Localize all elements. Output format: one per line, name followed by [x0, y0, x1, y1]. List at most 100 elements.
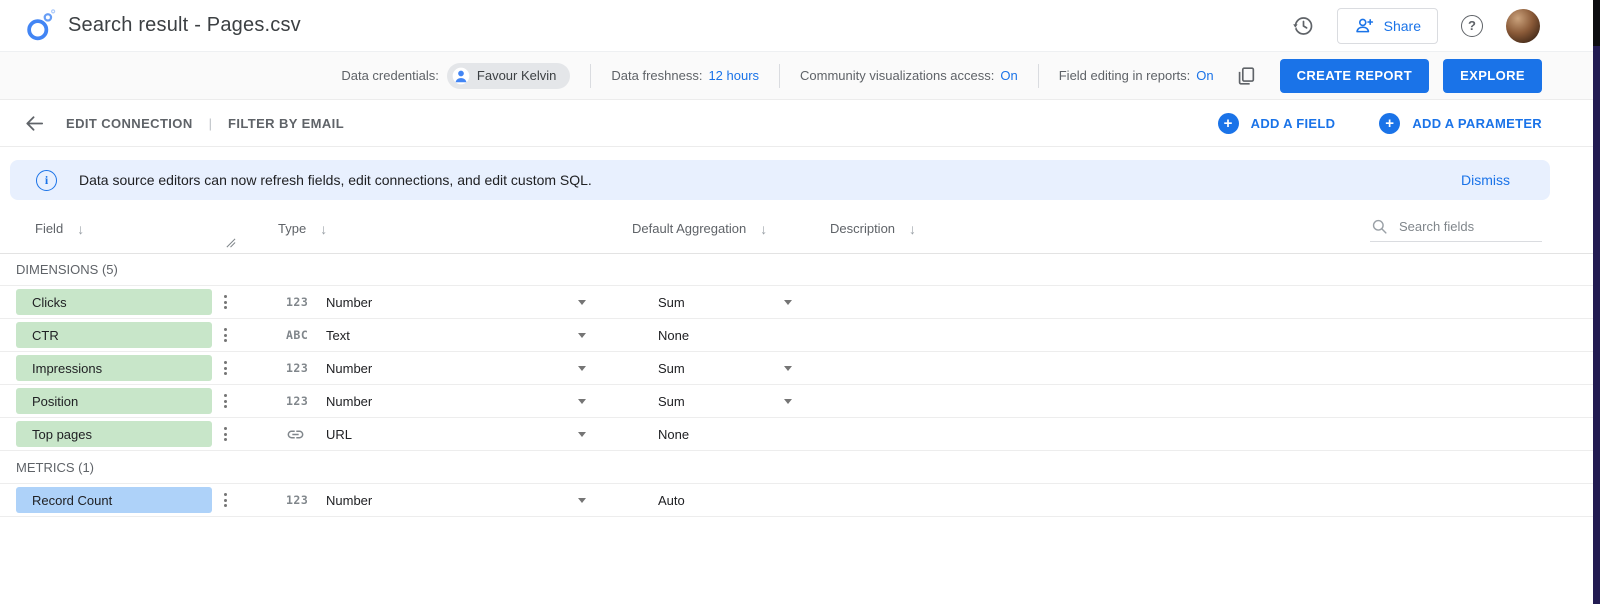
- field-name-chip[interactable]: Record Count: [16, 487, 212, 513]
- document-title[interactable]: Search result - Pages.csv: [68, 14, 301, 37]
- filter-by-email-button[interactable]: FILTER BY EMAIL: [228, 116, 344, 131]
- help-button[interactable]: ?: [1456, 10, 1488, 42]
- explore-button[interactable]: EXPLORE: [1443, 58, 1542, 93]
- duplicate-button[interactable]: [1230, 60, 1262, 92]
- version-history-button[interactable]: [1287, 10, 1319, 42]
- number-type-icon: 123: [286, 361, 309, 375]
- aggregation-label: None: [658, 426, 690, 442]
- share-button[interactable]: Share: [1336, 7, 1438, 44]
- person-add-icon: [1354, 15, 1375, 36]
- search-icon: [1370, 217, 1389, 236]
- type-header-label: Type: [278, 221, 307, 236]
- community-viz-value[interactable]: On: [1000, 68, 1017, 83]
- type-selector[interactable]: 123 Number: [278, 286, 600, 318]
- copy-icon: [1235, 65, 1257, 87]
- metrics-section-label: METRICS (1): [0, 451, 1600, 484]
- field-editing-value[interactable]: On: [1196, 68, 1213, 83]
- dropdown-caret-icon: [784, 365, 792, 371]
- type-selector[interactable]: 123 Number: [278, 484, 600, 516]
- connection-separator: |: [208, 115, 213, 131]
- person-icon: [451, 66, 471, 86]
- create-report-button[interactable]: CREATE REPORT: [1279, 58, 1430, 93]
- header-actions: Share ?: [1287, 7, 1540, 44]
- top-header: Search result - Pages.csv Share ?: [0, 0, 1600, 52]
- credentials-owner-chip[interactable]: Favour Kelvin: [446, 62, 571, 89]
- sort-down-icon: ↓: [760, 220, 768, 237]
- column-resize-handle[interactable]: [225, 237, 236, 248]
- window-edge: [1593, 0, 1600, 604]
- back-button[interactable]: [18, 107, 50, 139]
- type-label: Number: [326, 360, 373, 376]
- aggregation-selector: None: [658, 418, 800, 450]
- field-options-kebab-icon[interactable]: [212, 295, 242, 309]
- user-avatar[interactable]: [1506, 8, 1540, 43]
- field-name-chip[interactable]: Clicks: [16, 289, 212, 315]
- field-options-kebab-icon[interactable]: [212, 493, 242, 507]
- sort-down-icon: ↓: [909, 220, 917, 237]
- banner-message: Data source editors can now refresh fiel…: [79, 172, 592, 188]
- type-selector[interactable]: 123 Number: [278, 352, 600, 384]
- dismiss-button[interactable]: Dismiss: [1461, 172, 1510, 188]
- field-row: CTR ABC Text None: [0, 319, 1600, 352]
- connection-actions: EDIT CONNECTION | FILTER BY EMAIL: [18, 107, 344, 139]
- type-selector[interactable]: ABC Text: [278, 319, 600, 351]
- dropdown-caret-icon: [578, 497, 586, 503]
- type-label: Number: [326, 393, 373, 409]
- search-fields-box: [1370, 217, 1542, 242]
- number-type-icon: 123: [286, 394, 309, 408]
- type-selector[interactable]: 123 Number: [278, 385, 600, 417]
- field-name-chip[interactable]: Position: [16, 388, 212, 414]
- field-row: Position 123 Number Sum: [0, 385, 1600, 418]
- field-name-chip[interactable]: Top pages: [16, 421, 212, 447]
- dropdown-caret-icon: [784, 398, 792, 404]
- field-options-kebab-icon[interactable]: [212, 427, 242, 441]
- add-parameter-button[interactable]: + ADD A PARAMETER: [1379, 112, 1542, 134]
- dropdown-caret-icon: [578, 299, 586, 305]
- dropdown-caret-icon: [578, 332, 586, 338]
- aggregation-label: Sum: [658, 393, 685, 409]
- data-source-editor: Search result - Pages.csv Share ? Data c…: [0, 0, 1600, 604]
- field-row: Record Count 123 Number Auto: [0, 484, 1600, 517]
- aggregation-selector[interactable]: Sum: [658, 286, 800, 318]
- data-studio-logo-icon[interactable]: [22, 8, 58, 44]
- add-field-button[interactable]: + ADD A FIELD: [1217, 112, 1336, 134]
- edit-connection-button[interactable]: EDIT CONNECTION: [66, 116, 193, 131]
- data-source-settings-bar: Data credentials: Favour Kelvin Data fre…: [0, 52, 1600, 100]
- column-header-type[interactable]: Type ↓: [278, 221, 600, 237]
- freshness-value[interactable]: 12 hours: [708, 68, 759, 83]
- plus-circle-icon: +: [1217, 112, 1239, 134]
- field-name-chip[interactable]: CTR: [16, 322, 212, 348]
- field-editing-label: Field editing in reports:: [1058, 68, 1191, 83]
- field-options-kebab-icon[interactable]: [212, 394, 242, 408]
- freshness-label: Data freshness:: [611, 68, 703, 83]
- aggregation-selector[interactable]: Sum: [658, 385, 800, 417]
- add-field-label: ADD A FIELD: [1250, 115, 1336, 131]
- credentials-owner-name: Favour Kelvin: [476, 68, 557, 83]
- history-icon: [1291, 14, 1315, 38]
- search-fields-input[interactable]: [1399, 219, 1519, 234]
- sort-down-icon: ↓: [77, 220, 85, 237]
- dropdown-caret-icon: [578, 431, 586, 437]
- column-header-field[interactable]: Field ↓: [0, 221, 212, 237]
- plus-circle-icon: +: [1379, 112, 1401, 134]
- field-name-chip[interactable]: Impressions: [16, 355, 212, 381]
- url-type-icon: [286, 425, 305, 444]
- column-header-aggregation[interactable]: Default Aggregation ↓: [600, 221, 800, 237]
- field-row: Clicks 123 Number Sum: [0, 286, 1600, 319]
- aggregation-header-label: Default Aggregation: [632, 221, 747, 236]
- number-type-icon: 123: [286, 493, 309, 507]
- number-type-icon: 123: [286, 295, 309, 309]
- community-viz-label: Community visualizations access:: [800, 68, 995, 83]
- field-options-kebab-icon[interactable]: [212, 361, 242, 375]
- settings-separator: [590, 63, 592, 88]
- aggregation-selector[interactable]: Sum: [658, 352, 800, 384]
- info-icon: i: [36, 169, 57, 191]
- help-icon: ?: [1461, 14, 1483, 37]
- aggregation-selector: None: [658, 319, 800, 351]
- type-selector[interactable]: URL: [278, 418, 600, 450]
- dimensions-section-label: DIMENSIONS (5): [0, 254, 1600, 286]
- field-options-kebab-icon[interactable]: [212, 328, 242, 342]
- text-type-icon: ABC: [286, 328, 309, 342]
- settings-separator: [1037, 63, 1039, 88]
- field-header-label: Field: [35, 221, 64, 236]
